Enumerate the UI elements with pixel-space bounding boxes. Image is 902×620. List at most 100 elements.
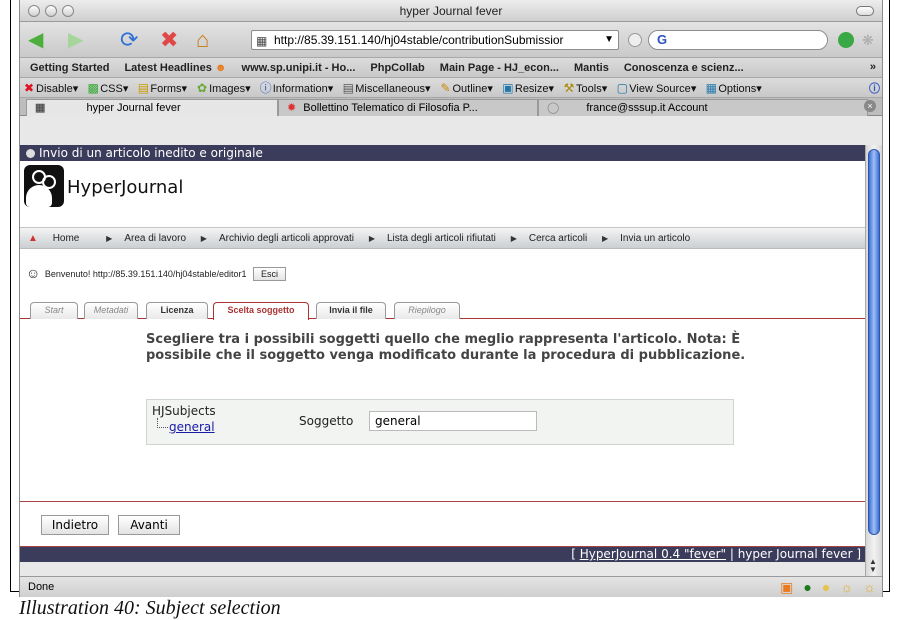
bookmark-conoscenza[interactable]: Conoscenza e scienz... bbox=[624, 62, 744, 74]
dev-menu-label: CSS bbox=[100, 82, 123, 95]
dev-menu-label: View Source bbox=[629, 82, 691, 95]
tab-france-account[interactable]: ◯ france@sssup.it Account bbox=[538, 99, 868, 116]
dev-outline-menu[interactable]: ✎ Outline▾ bbox=[438, 81, 492, 95]
weather-icon[interactable]: ☼ bbox=[840, 579, 853, 595]
subject-label: Soggetto bbox=[299, 414, 354, 428]
wizard-tab-metadati[interactable]: Metadati bbox=[84, 302, 138, 319]
navigation-toolbar: ◀ ▶ ⟳ ✖ ⌂ ▦ http://85.39.151.140/hj04sta… bbox=[20, 22, 882, 58]
url-go-icon[interactable] bbox=[628, 33, 642, 47]
css-icon: ▩ bbox=[87, 80, 99, 95]
miscellaneous-icon: ▤ bbox=[342, 80, 354, 95]
user-icon: ☺ bbox=[26, 265, 41, 281]
activity-spinner-icon: ❋ bbox=[862, 32, 874, 48]
subject-tree-title: HJSubjects bbox=[152, 404, 216, 418]
security-dot-icon[interactable]: ● bbox=[803, 579, 811, 595]
rss-feed-icon[interactable]: ▣ bbox=[780, 579, 793, 595]
rss-icon: ☻ bbox=[211, 61, 227, 74]
subject-input[interactable]: general bbox=[369, 411, 537, 431]
dev-css-menu[interactable]: ▩CSS▾ bbox=[86, 80, 129, 95]
tab-hyper-journal[interactable]: ▦ hyper Journal fever bbox=[26, 99, 278, 116]
dev-info-icon[interactable]: ⓘ bbox=[869, 80, 880, 96]
tab-label: hyper Journal fever bbox=[86, 102, 181, 114]
footer-hyperjournal-link[interactable]: HyperJournal 0.4 "fever" bbox=[580, 547, 726, 561]
page-footer: [ HyperJournal 0.4 "fever" | hyper Journ… bbox=[20, 546, 865, 562]
dev-tools-menu[interactable]: ⚒ Tools▾ bbox=[562, 80, 608, 95]
dev-menu-label: Forms bbox=[150, 82, 182, 95]
dev-forms-menu[interactable]: ▤Forms▾ bbox=[136, 81, 187, 95]
tab-bollettino[interactable]: ✹ Bollettino Telematico di Filosofia P..… bbox=[278, 99, 538, 116]
view-source-icon: ▢ bbox=[616, 80, 628, 95]
dev-resize-menu[interactable]: ▣Resize▾ bbox=[501, 81, 554, 95]
subject-selector: HJSubjects general Soggetto general bbox=[146, 399, 734, 445]
search-engine-icon: G bbox=[657, 32, 668, 47]
hyperjournal-logo-icon bbox=[24, 165, 64, 207]
options-icon: ▦ bbox=[705, 80, 718, 95]
close-tab-icon[interactable]: × bbox=[864, 100, 876, 112]
search-field[interactable]: G bbox=[648, 30, 828, 50]
information-icon: ⓘ bbox=[259, 81, 272, 95]
dev-disable-menu[interactable]: ✖ Disable▾ bbox=[22, 81, 78, 95]
bookmark-phpcollab[interactable]: PhpCollab bbox=[370, 62, 424, 74]
dev-menu-label: Outline bbox=[452, 82, 488, 95]
bookmark-label: Latest Headlines bbox=[124, 61, 212, 74]
wizard-tab-licenza[interactable]: Licenza bbox=[146, 302, 208, 319]
dev-menu-label: Resize bbox=[514, 82, 549, 95]
vertical-scrollbar[interactable]: ▲ ▼ bbox=[865, 145, 882, 576]
bookmarks-toolbar: Getting Started Latest Headlines ☻ www.s… bbox=[20, 58, 882, 78]
wizard-tab-riepilogo[interactable]: Riepilogo bbox=[394, 302, 460, 319]
bookmark-mantis[interactable]: Mantis bbox=[574, 62, 609, 74]
title-bar: hyper Journal fever bbox=[20, 0, 882, 22]
outline-icon: ✎ bbox=[440, 80, 451, 95]
back-arrow-icon[interactable]: ◀ bbox=[28, 28, 43, 52]
weather-forecast-icon[interactable]: ☼ bbox=[863, 579, 876, 595]
stop-icon[interactable]: ✖ bbox=[160, 28, 178, 52]
search-go-icon[interactable] bbox=[838, 32, 854, 48]
menu-cerca-articoli[interactable]: Cerca articoli bbox=[529, 233, 587, 244]
toolbar-toggle-button[interactable] bbox=[856, 6, 874, 16]
bookmarks-overflow-button[interactable]: » bbox=[870, 61, 876, 73]
wizard-tab-start[interactable]: Start bbox=[30, 302, 78, 319]
footer-bracket-open: [ bbox=[571, 547, 580, 561]
menu-lista-rifiutati[interactable]: Lista degli articoli rifiutati bbox=[387, 233, 496, 244]
dev-options-menu[interactable]: ▦Options▾ bbox=[704, 80, 762, 95]
menu-invia-articolo[interactable]: Invia un articolo bbox=[620, 233, 690, 244]
scrollbar-thumb[interactable] bbox=[868, 149, 880, 535]
page-header-bar: Invio di un articolo inedito e originale bbox=[20, 145, 865, 161]
tab-favicon-icon: ▦ bbox=[35, 102, 46, 114]
bookmark-hj-econ[interactable]: Main Page - HJ_econ... bbox=[440, 62, 559, 74]
url-dropdown-icon[interactable]: ▼ bbox=[604, 31, 614, 49]
tab-favicon-icon: ✹ bbox=[287, 102, 297, 114]
welcome-line: ☺ Benvenuto! http://85.39.151.140/hj04st… bbox=[26, 265, 286, 281]
reload-icon[interactable]: ⟳ bbox=[120, 28, 138, 52]
logout-button[interactable]: Esci bbox=[252, 267, 286, 281]
wizard-tabs: Start Metadati Licenza Scelta soggetto I… bbox=[20, 297, 865, 320]
tab-bar: ▦ hyper Journal fever ✹ Bollettino Telem… bbox=[20, 98, 882, 116]
subject-tree-item-general[interactable]: general bbox=[157, 418, 215, 434]
dev-miscellaneous-menu[interactable]: ▤Miscellaneous▾ bbox=[341, 80, 431, 95]
divider bbox=[20, 501, 865, 502]
status-circle-icon[interactable]: ● bbox=[822, 579, 830, 595]
dev-images-menu[interactable]: ✿ Images▾ bbox=[195, 81, 251, 95]
tab-label: Bollettino Telematico di Filosofia P... bbox=[303, 102, 478, 114]
tab-loading-icon: ◯ bbox=[547, 102, 560, 114]
back-button[interactable]: Indietro bbox=[41, 515, 109, 535]
scroll-arrows-icon[interactable]: ▲ ▼ bbox=[869, 558, 877, 574]
menu-area-di-lavoro[interactable]: Area di lavoro bbox=[124, 233, 186, 244]
url-field[interactable]: ▦ http://85.39.151.140/hj04stable/contri… bbox=[251, 30, 619, 50]
browser-window: hyper Journal fever ◀ ▶ ⟳ ✖ ⌂ ▦ http://8… bbox=[19, 0, 883, 597]
bookmark-getting-started[interactable]: Getting Started bbox=[30, 62, 109, 74]
dev-information-menu[interactable]: ⓘInformation▾ bbox=[259, 79, 334, 96]
bookmark-latest-headlines[interactable]: Latest Headlines ☻ bbox=[124, 62, 226, 74]
bookmark-sp-unipi[interactable]: www.sp.unipi.it - Ho... bbox=[242, 62, 356, 74]
wizard-tab-invia-file[interactable]: Invia il file bbox=[316, 302, 386, 319]
menu-separator-icon: ▶ bbox=[368, 234, 375, 243]
menu-home[interactable]: ▲ Home bbox=[28, 233, 91, 244]
forward-arrow-icon[interactable]: ▶ bbox=[68, 28, 83, 52]
next-button[interactable]: Avanti bbox=[118, 515, 180, 535]
home-icon[interactable]: ⌂ bbox=[196, 28, 209, 52]
tools-icon: ⚒ bbox=[563, 80, 575, 95]
wizard-tab-scelta-soggetto[interactable]: Scelta soggetto bbox=[213, 302, 309, 320]
dev-view-source-menu[interactable]: ▢View Source▾ bbox=[615, 80, 697, 95]
menu-archivio[interactable]: Archivio degli articoli approvati bbox=[219, 233, 354, 244]
url-text: http://85.39.151.140/hj04stable/contribu… bbox=[274, 33, 564, 47]
